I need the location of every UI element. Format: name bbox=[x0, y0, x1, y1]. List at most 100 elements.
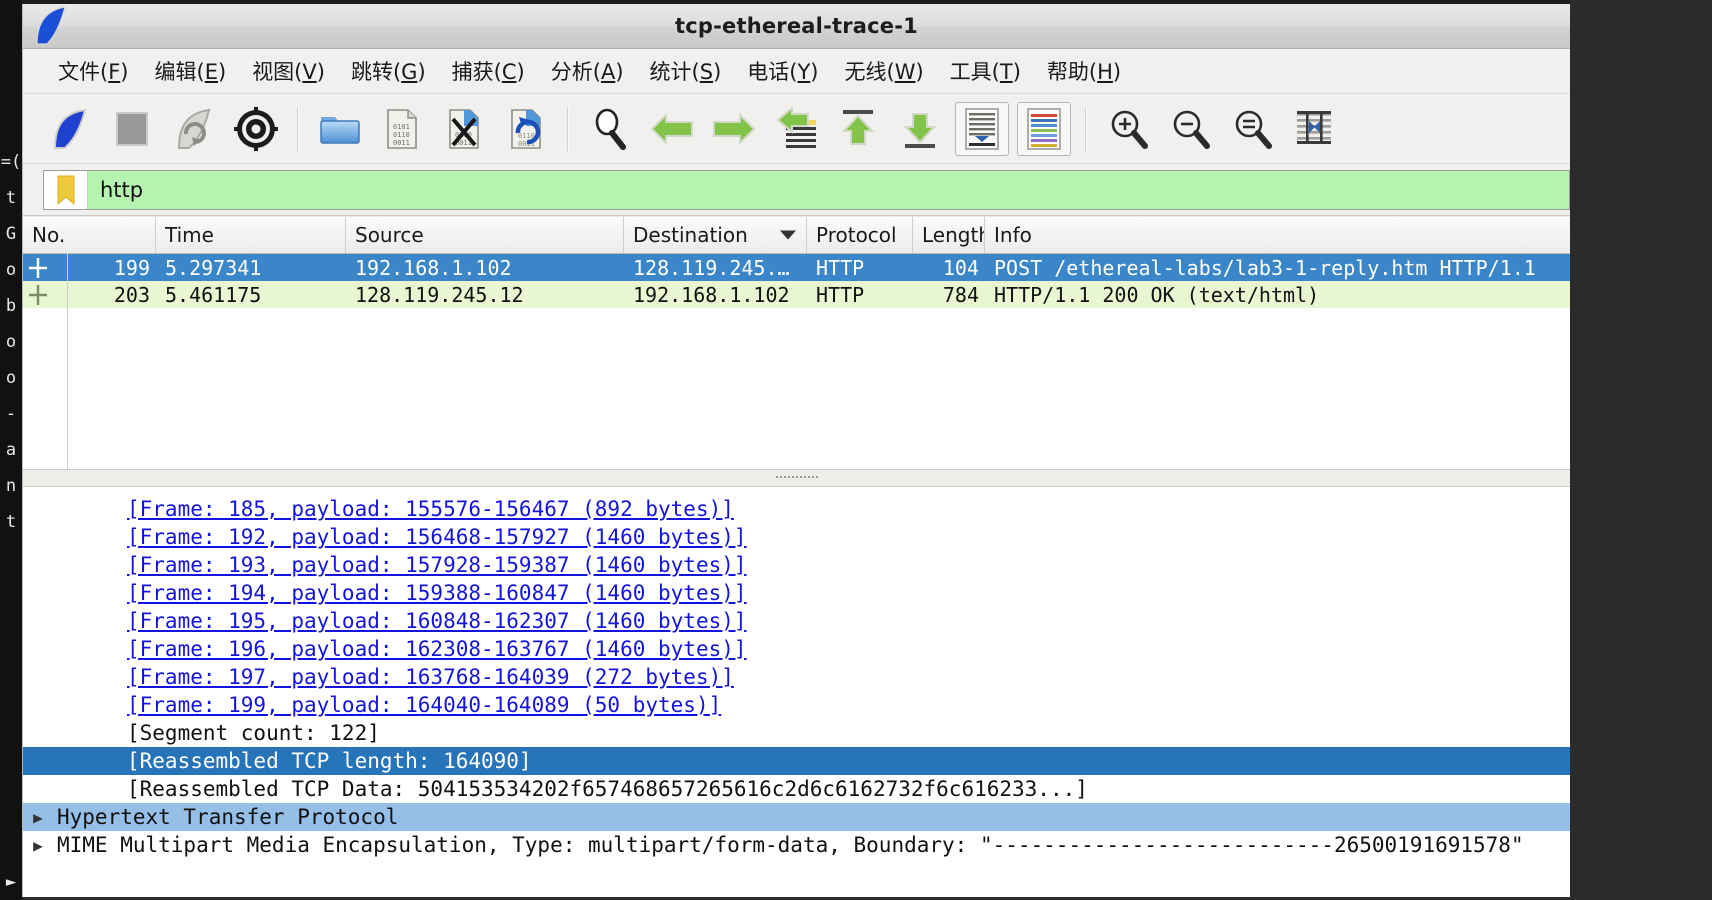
splitter-grip-icon bbox=[775, 476, 818, 480]
column-header-label: Length bbox=[922, 223, 985, 247]
menu-bar[interactable]: 文件(F) 编辑(E) 视图(V) 跳转(G) 捕获(C) 分析(A) 统计(S) 电话(Y)… bbox=[23, 49, 1570, 94]
packet-details-pane[interactable]: [Frame: 185, payload: 155576-156467 (892… bbox=[23, 487, 1570, 897]
menu-item-s[interactable]: 统计(S) bbox=[637, 54, 735, 88]
menu-item-v[interactable]: 视图(V) bbox=[239, 54, 338, 88]
menu-item-y[interactable]: 电话(Y) bbox=[734, 54, 831, 88]
menu-item-label: 捕获( bbox=[451, 60, 502, 84]
desktop-strip-char: a bbox=[5, 440, 17, 460]
desktop-strip-char: t bbox=[5, 188, 17, 208]
frame-payload-link-2-label: [Frame: 193, payload: 157928-159387 (146… bbox=[127, 553, 747, 577]
packet-list-header[interactable]: No. Time Source Destination Protocol Length In… bbox=[23, 216, 1570, 254]
desktop-strip-char bbox=[0, 72, 22, 108]
close-file-icon[interactable]: 01100011 bbox=[437, 102, 491, 156]
go-back-arrow-icon[interactable] bbox=[645, 102, 699, 156]
sort-descending-arrow-icon bbox=[780, 230, 796, 240]
packet-info: HTTP/1.1 200 OK (text/html) bbox=[994, 282, 1320, 307]
toolbar-separator bbox=[1085, 106, 1087, 151]
frame-payload-link-0[interactable]: [Frame: 185, payload: 155576-156467 (892… bbox=[23, 495, 1570, 523]
column-header-source[interactable]: Source bbox=[346, 217, 624, 253]
mime-multipart-row-label: MIME Multipart Media Encapsulation, Type… bbox=[57, 833, 1524, 857]
menu-item-paren: ) bbox=[516, 60, 525, 84]
svg-text:0011: 0011 bbox=[393, 139, 410, 147]
column-header-protocol[interactable]: Protocol bbox=[807, 217, 913, 253]
triangle-right-icon[interactable]: ▶ bbox=[23, 808, 53, 827]
menu-item-label: 无线( bbox=[844, 60, 895, 84]
desktop-right-strip bbox=[1570, 0, 1712, 900]
menu-item-accel: C bbox=[501, 60, 517, 84]
menu-item-accel: A bbox=[600, 60, 616, 84]
resize-columns-icon[interactable] bbox=[1287, 102, 1341, 156]
menu-item-w[interactable]: 无线(W) bbox=[832, 54, 937, 88]
window-title: tcp-ethereal-trace-1 bbox=[675, 14, 918, 38]
pane-splitter[interactable] bbox=[23, 469, 1570, 487]
menu-item-label: 跳转( bbox=[350, 60, 402, 84]
display-filter-bar[interactable]: http bbox=[23, 164, 1570, 216]
column-header-info[interactable]: Info bbox=[985, 217, 1570, 253]
packet-list-marker-divider bbox=[67, 254, 68, 469]
column-header-no[interactable]: No. bbox=[23, 217, 156, 253]
reassembled-tcp-data-row[interactable]: [Reassembled TCP Data: 504153534202f6574… bbox=[23, 775, 1570, 803]
display-filter-input[interactable]: http bbox=[43, 169, 1570, 210]
save-file-icon[interactable]: 0101 0110 0011 bbox=[375, 102, 429, 156]
menu-item-t[interactable]: 工具(T) bbox=[937, 54, 1034, 88]
desktop-strip-char: t bbox=[5, 512, 17, 532]
frame-payload-link-1[interactable]: [Frame: 192, payload: 156468-157927 (146… bbox=[23, 523, 1570, 551]
menu-item-e[interactable]: 编辑(E) bbox=[142, 54, 240, 88]
menu-item-a[interactable]: 分析(A) bbox=[538, 54, 637, 88]
svg-text:0101: 0101 bbox=[393, 123, 410, 131]
column-header-destination[interactable]: Destination bbox=[624, 217, 807, 253]
zoom-in-icon[interactable] bbox=[1101, 102, 1155, 156]
go-to-packet-icon[interactable] bbox=[769, 102, 823, 156]
toolbar-separator bbox=[567, 106, 569, 151]
stop-capture-icon[interactable] bbox=[105, 102, 159, 156]
packet-length: 104 bbox=[942, 255, 979, 280]
column-header-time[interactable]: Time bbox=[156, 217, 346, 253]
auto-scroll-icon[interactable] bbox=[955, 101, 1009, 156]
frame-payload-link-2[interactable]: [Frame: 193, payload: 157928-159387 (146… bbox=[23, 551, 1570, 579]
frame-payload-link-0-label: [Frame: 185, payload: 155576-156467 (892… bbox=[127, 497, 734, 521]
zoom-out-icon[interactable] bbox=[1163, 102, 1217, 156]
menu-item-h[interactable]: 帮助(H) bbox=[1034, 54, 1134, 88]
desktop-strip-char bbox=[0, 0, 22, 36]
packet-row[interactable]: 203 5.461175 128.119.245.12 192.168.1.102 HT… bbox=[23, 281, 1570, 308]
go-forward-arrow-icon[interactable] bbox=[707, 102, 761, 156]
open-file-folder-icon[interactable] bbox=[313, 102, 367, 156]
packet-list-body[interactable]: 199 5.297341 192.168.1.102 128.119.245.… HTT… bbox=[23, 254, 1570, 469]
reassembled-tcp-length-row[interactable]: [Reassembled TCP length: 164090] bbox=[23, 747, 1570, 775]
packet-row[interactable]: 199 5.297341 192.168.1.102 128.119.245.… HTT… bbox=[23, 254, 1570, 281]
menu-item-g[interactable]: 跳转(G) bbox=[338, 54, 439, 88]
packet-destination: 128.119.245.… bbox=[633, 255, 790, 280]
triangle-right-icon[interactable]: ▶ bbox=[23, 836, 53, 855]
packet-info: POST /ethereal-labs/lab3-1-reply.htm HTT… bbox=[994, 255, 1536, 280]
frame-payload-link-4[interactable]: [Frame: 195, payload: 160848-162307 (146… bbox=[23, 607, 1570, 635]
frame-payload-link-5[interactable]: [Frame: 196, payload: 162308-163767 (146… bbox=[23, 635, 1570, 663]
frame-payload-link-6[interactable]: [Frame: 197, payload: 163768-164039 (272… bbox=[23, 663, 1570, 691]
start-capture-icon[interactable] bbox=[43, 102, 97, 156]
display-filter-value[interactable]: http bbox=[88, 178, 1569, 202]
capture-options-gear-icon[interactable] bbox=[229, 102, 283, 156]
http-protocol-row[interactable]: ▶ Hypertext Transfer Protocol bbox=[23, 803, 1570, 831]
menu-item-paren: ) bbox=[810, 60, 819, 84]
menu-item-f[interactable]: 文件(F) bbox=[45, 54, 142, 88]
menu-item-label: 分析( bbox=[550, 60, 601, 84]
bookmark-icon[interactable] bbox=[44, 170, 88, 209]
column-header-label: Info bbox=[994, 223, 1032, 247]
menu-item-c[interactable]: 捕获(C) bbox=[439, 54, 538, 88]
find-packet-magnifier-icon[interactable] bbox=[583, 102, 637, 156]
menu-item-paren: ) bbox=[316, 60, 325, 84]
reload-file-icon[interactable]: 0110 0011 bbox=[499, 102, 553, 156]
colorize-packets-icon[interactable] bbox=[1017, 101, 1071, 156]
segment-count-row[interactable]: [Segment count: 122] bbox=[23, 719, 1570, 747]
column-header-length[interactable]: Length bbox=[913, 217, 985, 253]
mime-multipart-row[interactable]: ▶ MIME Multipart Media Encapsulation, Typ… bbox=[23, 831, 1570, 859]
packet-list[interactable]: No. Time Source Destination Protocol Length In… bbox=[23, 216, 1570, 469]
restart-capture-icon[interactable] bbox=[167, 102, 221, 156]
go-to-last-packet-icon[interactable] bbox=[893, 102, 947, 156]
frame-payload-link-7[interactable]: [Frame: 199, payload: 164040-164089 (50 … bbox=[23, 691, 1570, 719]
go-to-first-packet-icon[interactable] bbox=[831, 102, 885, 156]
menu-item-paren: ) bbox=[915, 60, 924, 84]
desktop-strip-char bbox=[0, 648, 22, 684]
frame-payload-link-3[interactable]: [Frame: 194, payload: 159388-160847 (146… bbox=[23, 579, 1570, 607]
zoom-reset-icon[interactable] bbox=[1225, 102, 1279, 156]
main-toolbar[interactable]: 010101100011 01100011 bbox=[23, 94, 1570, 164]
